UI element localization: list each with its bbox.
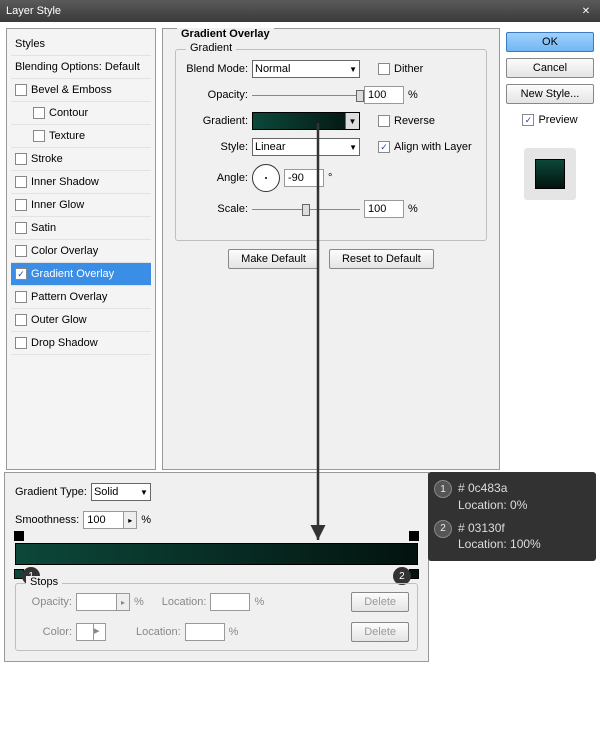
angle-dial[interactable]	[252, 164, 280, 192]
checkbox-icon[interactable]	[15, 314, 27, 326]
preview-checkbox[interactable]: ✓	[522, 114, 534, 126]
blend-label: Blend Mode:	[186, 63, 248, 75]
stop-color-label: Color:	[24, 626, 72, 638]
opacity-unit: %	[408, 89, 418, 101]
scale-input[interactable]: 100	[364, 200, 404, 218]
stop-opacity-label: Opacity:	[24, 596, 72, 608]
opacity-label: Opacity:	[186, 89, 248, 101]
window-title: Layer Style	[6, 5, 61, 17]
sidebar-item-bevel[interactable]: Bevel & Emboss	[11, 79, 151, 102]
sidebar-item-inner-glow[interactable]: Inner Glow	[11, 194, 151, 217]
sidebar-item-texture[interactable]: Texture	[11, 125, 151, 148]
sidebar-item-pattern-overlay[interactable]: Pattern Overlay	[11, 286, 151, 309]
chevron-right-icon: ▸	[123, 511, 137, 529]
delete-opacity-stop-button[interactable]: Delete	[351, 592, 409, 612]
reverse-label: Reverse	[394, 115, 435, 127]
opacity-input[interactable]: 100	[364, 86, 404, 104]
stop-color-swatch[interactable]: ▸	[76, 623, 106, 641]
new-style-button[interactable]: New Style...	[506, 84, 594, 104]
style-select[interactable]: Linear▼	[252, 138, 360, 156]
gradient-type-label: Gradient Type:	[15, 486, 87, 498]
gradient-subtitle: Gradient	[186, 42, 236, 54]
chevron-down-icon: ▼	[345, 113, 359, 129]
sidebar-item-inner-shadow[interactable]: Inner Shadow	[11, 171, 151, 194]
checkbox-icon[interactable]	[15, 153, 27, 165]
style-label: Style:	[186, 141, 248, 153]
sidebar-item-gradient-overlay[interactable]: ✓Gradient Overlay	[11, 263, 151, 286]
checkbox-icon[interactable]	[33, 130, 45, 142]
reverse-checkbox[interactable]	[378, 115, 390, 127]
preview-label: Preview	[538, 114, 577, 126]
sidebar-item-stroke[interactable]: Stroke	[11, 148, 151, 171]
smoothness-label: Smoothness:	[15, 514, 79, 526]
gradient-bar[interactable]: 1 2	[15, 543, 418, 565]
preview-swatch	[535, 159, 565, 189]
opacity-stop-right[interactable]	[409, 531, 419, 541]
stop-location-label: Location:	[162, 596, 207, 608]
blending-options-heading[interactable]: Blending Options: Default	[11, 56, 151, 79]
styles-heading[interactable]: Styles	[11, 33, 151, 56]
sidebar-item-contour[interactable]: Contour	[11, 102, 151, 125]
angle-label: Angle:	[186, 172, 248, 184]
preview-box	[524, 148, 576, 200]
gradient-label: Gradient:	[186, 115, 248, 127]
checkbox-icon[interactable]	[15, 199, 27, 211]
cancel-button[interactable]: Cancel	[506, 58, 594, 78]
make-default-button[interactable]: Make Default	[228, 249, 319, 269]
blend-mode-select[interactable]: Normal▼	[252, 60, 360, 78]
chevron-right-icon: ▸	[116, 593, 130, 611]
angle-input[interactable]: -90	[284, 169, 324, 187]
stop-color-location-input[interactable]	[185, 623, 225, 641]
panel-title: Gradient Overlay	[177, 28, 274, 40]
gradient-swatch[interactable]: ▼	[252, 112, 360, 130]
sidebar-item-color-overlay[interactable]: Color Overlay	[11, 240, 151, 263]
stops-fieldset: Stops Opacity: ▸ % Location: % Delete Co…	[15, 583, 418, 651]
align-checkbox[interactable]: ✓	[378, 141, 390, 153]
stop-opacity-input[interactable]: ▸	[76, 593, 130, 611]
smoothness-unit: %	[141, 514, 151, 526]
stop-color-location-label: Location:	[136, 626, 181, 638]
checkbox-icon[interactable]	[15, 245, 27, 257]
dither-label: Dither	[394, 63, 423, 75]
title-bar: Layer Style ✕	[0, 0, 600, 22]
main-panel: Gradient Overlay Gradient Blend Mode: No…	[162, 28, 500, 470]
sidebar-item-satin[interactable]: Satin	[11, 217, 151, 240]
dither-checkbox[interactable]	[378, 63, 390, 75]
tooltip-marker-2: 2	[434, 520, 452, 538]
delete-color-stop-button[interactable]: Delete	[351, 622, 409, 642]
sidebar-item-drop-shadow[interactable]: Drop Shadow	[11, 332, 151, 355]
scale-unit: %	[408, 203, 418, 215]
checkbox-icon[interactable]	[33, 107, 45, 119]
stop-opacity-location-input[interactable]	[210, 593, 250, 611]
checkbox-icon[interactable]	[15, 176, 27, 188]
right-button-column: OK Cancel New Style... ✓ Preview	[506, 28, 594, 470]
gradient-type-select[interactable]: Solid▼	[91, 483, 151, 501]
checkbox-icon[interactable]	[15, 84, 27, 96]
styles-sidebar: Styles Blending Options: Default Bevel &…	[6, 28, 156, 470]
checkbox-icon[interactable]	[15, 337, 27, 349]
chevron-down-icon: ▼	[140, 488, 148, 497]
opacity-stop-left[interactable]	[14, 531, 24, 541]
close-icon[interactable]: ✕	[578, 3, 594, 19]
opacity-slider[interactable]	[252, 95, 360, 96]
chevron-down-icon: ▼	[349, 65, 357, 74]
checkbox-icon[interactable]	[15, 222, 27, 234]
angle-unit: °	[328, 172, 332, 184]
chevron-right-icon: ▸	[93, 624, 105, 640]
smoothness-input[interactable]: 100▸	[83, 511, 137, 529]
scale-slider[interactable]	[252, 209, 360, 210]
checkbox-icon[interactable]: ✓	[15, 268, 27, 280]
sidebar-item-outer-glow[interactable]: Outer Glow	[11, 309, 151, 332]
scale-label: Scale:	[186, 203, 248, 215]
tooltip-marker-1: 1	[434, 480, 452, 498]
checkbox-icon[interactable]	[15, 291, 27, 303]
chevron-down-icon: ▼	[349, 143, 357, 152]
ok-button[interactable]: OK	[506, 32, 594, 52]
reset-default-button[interactable]: Reset to Default	[329, 249, 434, 269]
align-label: Align with Layer	[394, 141, 472, 153]
gradient-editor: Gradient Type: Solid▼ Smoothness: 100▸ %…	[4, 472, 429, 662]
stops-title: Stops	[26, 576, 62, 588]
stops-tooltip: 1 # 0c483a Location: 0% 2 # 03130f Locat…	[428, 472, 596, 561]
